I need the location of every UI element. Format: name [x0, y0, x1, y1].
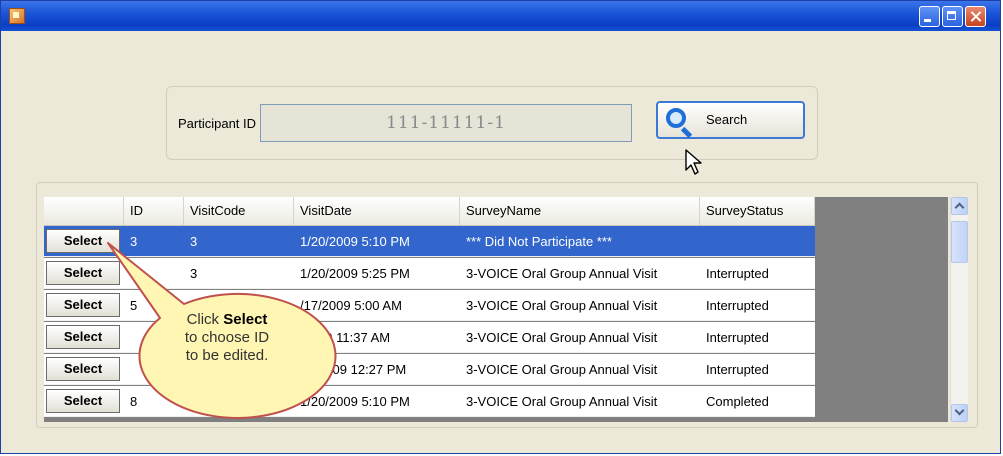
surveystatus-cell: Interrupted: [706, 362, 769, 377]
surveyname-cell: 3-VOICE Oral Group Annual Visit: [466, 394, 658, 409]
visitdate-cell: 1/20/2009 5:25 PM: [300, 266, 410, 281]
select-button[interactable]: Select: [46, 357, 120, 381]
id-cell: 8: [130, 394, 138, 409]
column-header-id[interactable]: ID: [124, 197, 184, 225]
surveystatus-cell: Interrupted: [706, 266, 769, 281]
close-button[interactable]: [965, 6, 986, 27]
minimize-button[interactable]: [919, 6, 940, 27]
visits-grid: ID VisitCode VisitDate SurveyName Survey…: [44, 197, 948, 422]
grid-header: ID VisitCode VisitDate SurveyName Survey…: [44, 197, 815, 226]
surveyname-cell: 3-VOICE Oral Group Annual Visit: [466, 330, 658, 345]
surveyname-cell: 3-VOICE Oral Group Annual Visit: [466, 266, 658, 281]
callout-line1-bold: Select: [223, 311, 268, 328]
vertical-scrollbar[interactable]: [950, 197, 968, 422]
scroll-thumb[interactable]: [951, 221, 968, 263]
magnifier-icon: [666, 108, 686, 128]
title-bar[interactable]: [1, 1, 1000, 31]
column-header-select[interactable]: [44, 197, 124, 225]
callout-line1-prefix: Click: [186, 311, 224, 328]
maximize-button[interactable]: [942, 6, 963, 27]
visitcode-cell: 3: [190, 266, 198, 281]
id-cell: [124, 258, 184, 289]
callout-text: Click Select to choose ID to be edited.: [152, 311, 302, 365]
select-button[interactable]: Select: [46, 325, 120, 349]
surveystatus-cell: [700, 226, 815, 257]
select-button[interactable]: Select: [46, 389, 120, 413]
id-cell: 3: [130, 234, 138, 249]
column-header-visitcode[interactable]: VisitCode: [184, 197, 294, 225]
scroll-up-arrow-icon[interactable]: [951, 197, 968, 215]
visitdate-cell: /17/2009 5:00 AM: [300, 298, 402, 313]
table-row[interactable]: Select 3 1/20/2009 5:25 PM 3-VOICE Oral …: [44, 258, 815, 289]
column-header-surveyname[interactable]: SurveyName: [460, 197, 700, 225]
select-button[interactable]: Select: [46, 261, 120, 285]
visitdate-cell: 21/2009 12:27 PM: [300, 362, 407, 377]
surveyname-cell: *** Did Not Participate ***: [466, 234, 612, 249]
surveyname-cell: 3-VOICE Oral Group Annual Visit: [466, 298, 658, 313]
app-icon[interactable]: [9, 8, 25, 24]
visitdate-cell: 1/20/2009 5:10 PM: [300, 234, 410, 249]
visitcode-cell: 3: [190, 234, 198, 249]
surveystatus-cell: Interrupted: [706, 298, 769, 313]
callout-line2: to choose ID: [184, 329, 270, 346]
mouse-cursor-icon: [685, 149, 702, 175]
column-header-visitdate[interactable]: VisitDate: [294, 197, 460, 225]
surveystatus-cell: Interrupted: [706, 330, 769, 345]
surveyname-cell: 3-VOICE Oral Group Annual Visit: [466, 362, 658, 377]
visitdate-cell: 1/20/2009 5:10 PM: [300, 394, 410, 409]
table-row[interactable]: Select 3 3 1/20/2009 5:10 PM *** Did Not…: [44, 226, 815, 257]
scroll-down-arrow-icon[interactable]: [951, 404, 968, 422]
visitcode-cell: [184, 386, 294, 417]
callout-line3: to be edited.: [185, 347, 269, 364]
visitdate-cell: /2009 11:37 AM: [300, 330, 391, 345]
select-button[interactable]: Select: [46, 229, 120, 253]
column-header-surveystatus[interactable]: SurveyStatus: [700, 197, 815, 225]
select-button[interactable]: Select: [46, 293, 120, 317]
participant-id-label: Participant ID: [178, 116, 257, 131]
table-row[interactable]: Select 8 1/20/2009 5:10 PM 3-VOICE Oral …: [44, 386, 815, 417]
search-button-label: Search: [706, 112, 748, 127]
search-button[interactable]: Search: [656, 101, 805, 139]
surveystatus-cell: Completed: [706, 394, 769, 409]
participant-id-input[interactable]: 111-11111-1: [260, 104, 632, 142]
